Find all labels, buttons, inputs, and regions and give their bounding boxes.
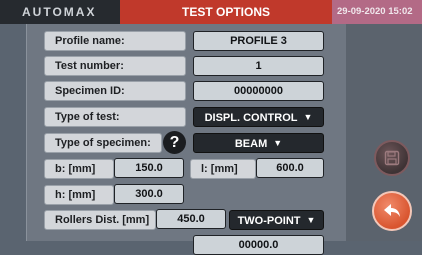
save-button[interactable] [374, 140, 410, 176]
help-icon[interactable]: ? [163, 131, 186, 154]
l-dimension-field[interactable]: 600.0 [256, 158, 324, 178]
date-time-display: 29-09-2020 15:02 [332, 0, 422, 24]
loading-type-dropdown[interactable]: TWO-POINT ▼ [229, 210, 324, 230]
chevron-down-icon: ▼ [273, 138, 283, 148]
profile-name-field[interactable]: PROFILE 3 [193, 31, 324, 51]
back-arrow-icon [384, 204, 400, 217]
loading-type-value: TWO-POINT [237, 215, 301, 227]
rollers-distance-label: Rollers Dist. [mm] [44, 210, 156, 230]
h-dimension-label: h: [mm] [44, 185, 114, 205]
b-dimension-label: b: [mm] [44, 159, 114, 179]
type-of-specimen-value: BEAM [234, 138, 268, 150]
back-button[interactable] [372, 191, 412, 231]
top-bar: AUTOMAX TEST OPTIONS 29-09-2020 15:02 [0, 0, 422, 24]
type-of-specimen-dropdown[interactable]: BEAM ▼ [193, 133, 324, 153]
profile-name-label: Profile name: [44, 31, 186, 51]
type-of-specimen-label: Type of specimen: [44, 133, 162, 153]
chevron-down-icon: ▼ [306, 215, 316, 225]
partial-next-field[interactable]: 00000.0 [193, 235, 324, 255]
type-of-test-value: DISPL. CONTROL [204, 112, 298, 124]
b-dimension-field[interactable]: 150.0 [114, 158, 184, 178]
page-title: TEST OPTIONS [120, 0, 332, 24]
type-of-test-label: Type of test: [44, 107, 186, 127]
test-number-field[interactable]: 1 [193, 56, 324, 76]
floppy-disk-icon [384, 150, 400, 166]
l-dimension-label: l: [mm] [190, 159, 256, 179]
specimen-id-label: Specimen ID: [44, 81, 186, 101]
chevron-down-icon: ▼ [303, 112, 313, 122]
type-of-test-dropdown[interactable]: DISPL. CONTROL ▼ [193, 107, 324, 127]
h-dimension-field[interactable]: 300.0 [114, 184, 184, 204]
specimen-id-field[interactable]: 00000000 [193, 81, 324, 101]
brand-logo: AUTOMAX [0, 0, 120, 24]
test-number-label: Test number: [44, 56, 186, 76]
rollers-distance-field[interactable]: 450.0 [156, 209, 226, 229]
